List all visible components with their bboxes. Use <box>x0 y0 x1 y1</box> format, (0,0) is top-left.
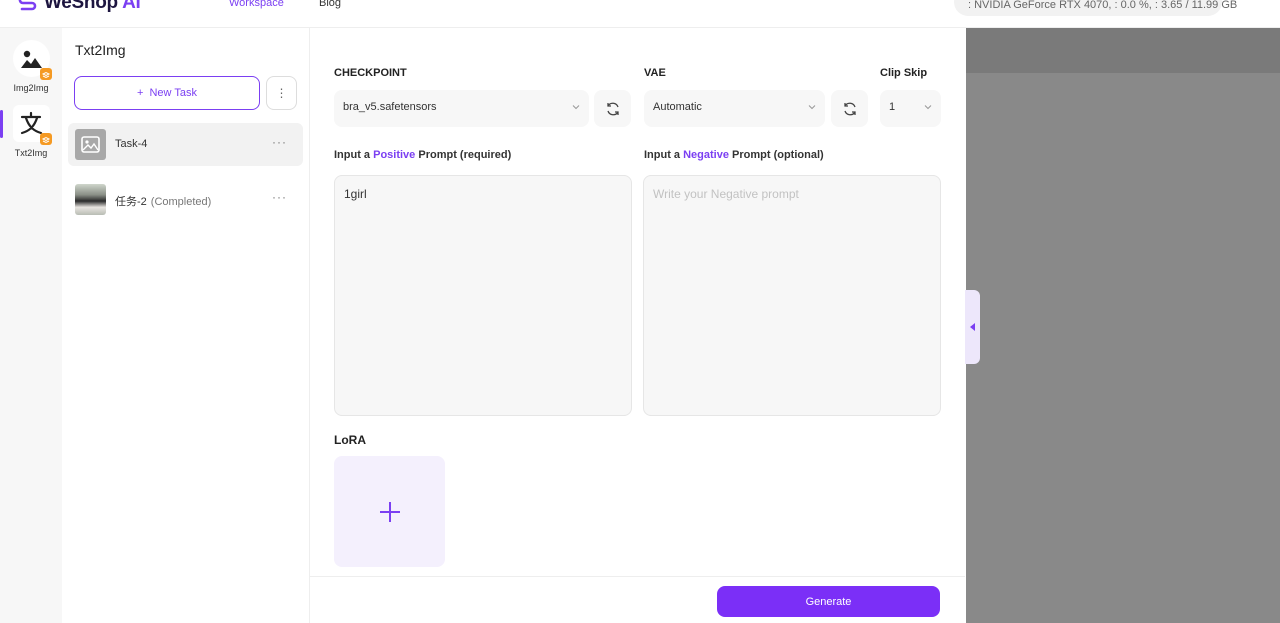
image-placeholder-icon <box>75 129 106 160</box>
clip-skip-label: Clip Skip <box>880 67 928 79</box>
refresh-icon <box>843 102 856 115</box>
more-options-button[interactable]: ⋮ <box>266 76 297 110</box>
task-menu-icon[interactable]: ··· <box>272 135 287 149</box>
chevron-down-icon <box>808 105 816 110</box>
positive-prompt-label: Input a Positive Prompt (required) <box>334 149 512 161</box>
task-name: Task-4 <box>115 138 148 150</box>
nav-workspace[interactable]: Workspace <box>229 0 284 9</box>
vae-select[interactable]: Automatic <box>644 90 825 127</box>
generation-form: CHECKPOINT bra_v5.safetensors VAE Automa… <box>310 28 965 623</box>
refresh-checkpoint-button[interactable] <box>594 90 631 127</box>
preview-overlay <box>966 28 1280 623</box>
refresh-icon <box>606 102 619 115</box>
nav-blog[interactable]: Blog <box>319 0 341 9</box>
chevron-down-icon <box>924 105 932 110</box>
top-bar: WeShop AI Workspace Blog : NVIDIA GeForc… <box>0 0 1280 28</box>
task-thumbnail <box>75 184 106 215</box>
add-lora-button[interactable] <box>334 456 445 567</box>
rail-label-txt2img: Txt2Img <box>14 148 48 158</box>
vae-label: VAE <box>644 67 666 79</box>
clip-skip-select[interactable]: 1 <box>880 90 941 127</box>
overlay-header <box>966 28 1280 73</box>
layer-badge-icon <box>40 133 52 145</box>
plus-icon: + <box>137 87 144 99</box>
gpu-status: : NVIDIA GeForce RTX 4070, : 0.0 %, : 3.… <box>954 0 1237 16</box>
weshop-logo[interactable]: WeShop AI <box>18 0 141 14</box>
task-panel: Txt2Img + New Task ⋮ Task-4 ··· 任务-2 (Com… <box>62 28 310 623</box>
checkpoint-select[interactable]: bra_v5.safetensors <box>334 90 589 127</box>
rail-item-img2img[interactable]: Img2Img <box>0 40 62 96</box>
logo-mark-icon <box>18 0 37 11</box>
task-item[interactable]: Task-4 ··· <box>68 123 303 166</box>
task-menu-icon[interactable]: ··· <box>272 190 287 204</box>
panel-title: Txt2Img <box>75 42 126 58</box>
chevron-down-icon <box>572 105 580 110</box>
vertical-dots-icon: ⋮ <box>275 86 288 100</box>
generate-button[interactable]: Generate <box>717 586 940 617</box>
rail-item-txt2img[interactable]: Txt2Img <box>0 105 62 161</box>
task-item[interactable]: 任务-2 (Completed) ··· <box>68 178 303 221</box>
new-task-button[interactable]: + New Task <box>74 76 260 110</box>
refresh-vae-button[interactable] <box>831 90 868 127</box>
caret-left-icon <box>969 323 975 331</box>
rail-label-img2img: Img2Img <box>13 83 49 93</box>
tool-rail: Img2Img Txt2Img <box>0 28 62 623</box>
vae-value: Automatic <box>653 101 702 113</box>
checkpoint-value: bra_v5.safetensors <box>343 101 437 113</box>
new-task-label: New Task <box>149 87 197 99</box>
negative-prompt-input[interactable] <box>643 175 941 416</box>
plus-icon <box>379 501 400 522</box>
positive-prompt-input[interactable]: 1girl <box>334 175 632 416</box>
layer-badge-icon <box>40 68 52 80</box>
collapse-panel-button[interactable] <box>965 290 980 364</box>
checkpoint-label: CHECKPOINT <box>334 67 407 79</box>
logo-text: WeShop AI <box>44 0 141 13</box>
footer-divider <box>310 576 965 577</box>
task-name: 任务-2 (Completed) <box>115 196 212 208</box>
clip-skip-value: 1 <box>889 101 896 113</box>
lora-label: LoRA <box>334 433 366 447</box>
negative-prompt-label: Input a Negative Prompt (optional) <box>644 149 824 161</box>
